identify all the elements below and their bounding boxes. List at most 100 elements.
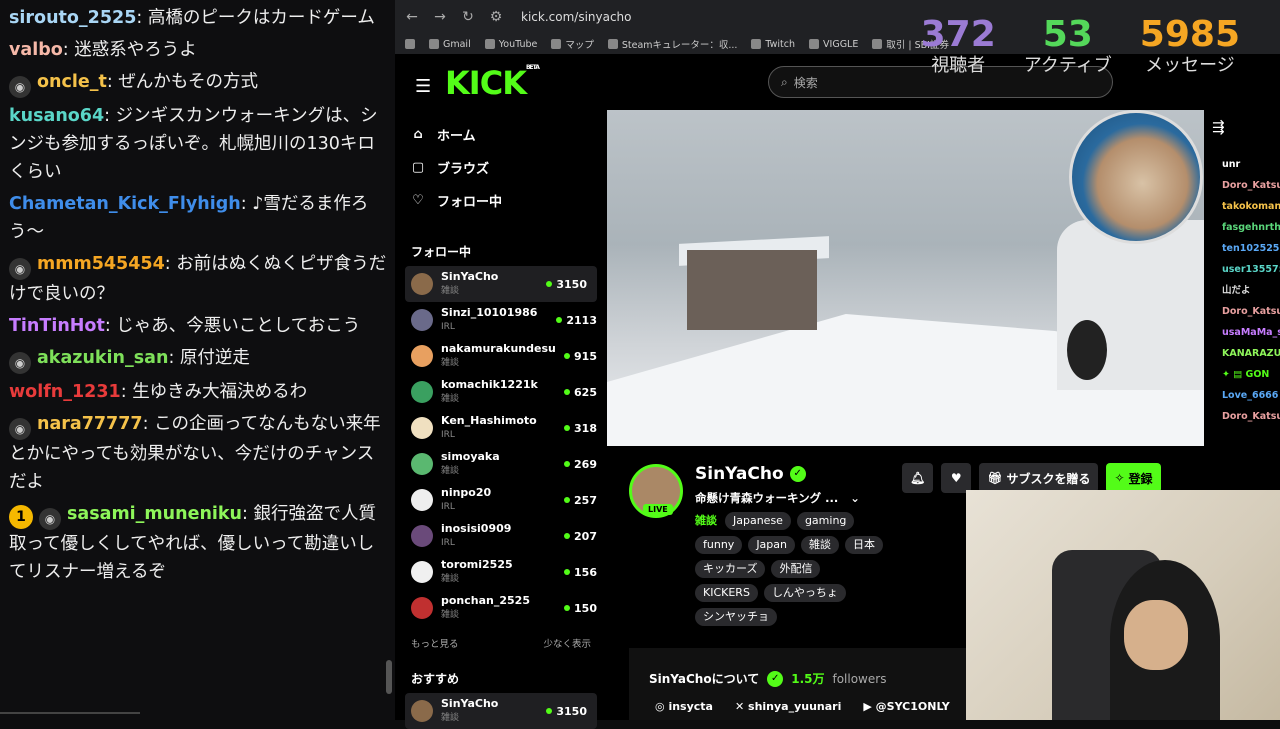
sidebar-channel[interactable]: SinYaCho 雑談 3150 — [405, 693, 597, 729]
chat-username[interactable]: Chametan_Kick_Flyhigh — [9, 194, 241, 214]
tag-pill[interactable]: Japan — [748, 536, 795, 554]
right-chat-username[interactable]: ✦ ▤ GON — [1204, 364, 1280, 385]
bookmark-item[interactable]: Twitch — [751, 39, 795, 50]
viewer-number: 257 — [574, 493, 597, 507]
right-chat-username[interactable]: takokoman — [1204, 196, 1280, 217]
channel-name: komachik1221k — [441, 378, 538, 391]
tag-pill[interactable]: 外配信 — [771, 560, 821, 578]
right-chat-username[interactable]: user13557: — [1204, 259, 1280, 280]
chat-username[interactable]: oncle_t — [37, 72, 107, 92]
chat-username[interactable]: valbo — [9, 40, 63, 60]
follow-button[interactable]: ✧ 登録 — [1106, 463, 1161, 493]
right-chat-username[interactable]: usaMaMa_s — [1204, 322, 1280, 343]
sidebar-channel[interactable]: inosisi0909 IRL 207 — [395, 518, 607, 554]
right-chat-username[interactable]: Doro_Katsu — [1204, 406, 1280, 427]
stream-title[interactable]: 命懸け青森ウォーキング ... ⌄ — [695, 490, 860, 506]
bookmark-item[interactable]: Steamキュレーター：収... — [607, 37, 737, 51]
chat-username[interactable]: sirouto_2525 — [9, 8, 136, 28]
category-link[interactable]: 雑談 — [695, 512, 717, 530]
forward-icon[interactable]: → — [433, 9, 447, 25]
nav-item[interactable]: ⌂ ホーム — [395, 118, 607, 151]
social-link[interactable]: ◎ insycta — [655, 700, 713, 713]
channel-name: SinYaCho — [441, 270, 499, 283]
menu-icon[interactable]: ☰ — [415, 76, 431, 97]
sidebar-channel[interactable]: ponchan_2525 雑談 150 — [395, 590, 607, 626]
social-links: ◎ insycta ✕ shinya_yuunari ▶ @SYC1ONLY — [655, 700, 950, 713]
chat-username[interactable]: mmm545454 — [37, 254, 165, 274]
chat-colon: : — [168, 348, 180, 368]
live-dot-icon — [564, 497, 571, 503]
right-chat-username[interactable]: ten102525 — [1204, 238, 1280, 259]
about-header: SinYaChoについて ✓ 1.5万 followers — [649, 670, 886, 687]
tag-pill[interactable]: シンヤッチョ — [695, 608, 777, 626]
reload-icon[interactable]: ↻ — [461, 9, 475, 25]
nav-item[interactable]: ♡ フォロー中 — [395, 184, 607, 217]
followers-label: followers — [832, 671, 887, 686]
right-chat-username[interactable]: 山だよ — [1204, 280, 1280, 301]
chat-username[interactable]: nara77777 — [37, 414, 143, 434]
address-field[interactable]: kick.com/sinyacho — [521, 10, 632, 24]
apps-icon[interactable] — [405, 39, 415, 49]
channel-category: 雑談 — [441, 466, 460, 476]
tag-pill[interactable]: gaming — [796, 512, 855, 530]
tag-pill[interactable]: しんやっちょ — [763, 584, 846, 602]
nav-label: ホーム — [437, 129, 476, 144]
right-chat-username[interactable]: KANARAZU — [1204, 343, 1280, 364]
back-icon[interactable]: ← — [405, 9, 419, 25]
nav-item[interactable]: ▢ ブラウズ — [395, 151, 607, 184]
viewer-number: 3150 — [556, 704, 587, 718]
right-chat-username[interactable]: fasgehnrth — [1204, 217, 1280, 238]
tag-pill[interactable]: 日本 — [845, 536, 883, 554]
verified-icon: ✓ — [789, 466, 806, 482]
channel-name: SinYaCho — [441, 697, 499, 710]
chat-username[interactable]: TinTinHot — [9, 316, 105, 336]
chat-message: valbo: 迷惑系やろうよ — [9, 36, 387, 64]
bookmark-item[interactable]: YouTube — [484, 39, 537, 50]
social-link[interactable]: ✕ shinya_yuunari — [735, 700, 841, 713]
social-link[interactable]: ▶ @SYC1ONLY — [863, 700, 949, 713]
tag-pill[interactable]: funny — [695, 536, 743, 554]
site-settings-icon[interactable]: ⚙ — [489, 9, 503, 25]
right-chat-username[interactable]: Doro_Katsu — [1204, 301, 1280, 322]
gift-sub-button[interactable]: 🎁︎ サブスクを贈る — [979, 463, 1099, 493]
bookmark-icon — [551, 39, 562, 49]
tag-pill[interactable]: 雑談 — [801, 536, 839, 554]
chat-username[interactable]: wolfn_1231 — [9, 382, 121, 402]
channel-avatar — [411, 453, 433, 475]
tag-pill[interactable]: Japanese — [725, 512, 791, 530]
channel-text: ninpo20 IRL — [441, 486, 564, 514]
tag-pill[interactable]: キッカーズ — [695, 560, 766, 578]
right-chat-username[interactable]: unr — [1204, 154, 1280, 175]
right-chat-username[interactable]: Doro_Katsu — [1204, 175, 1280, 196]
kick-logo[interactable]: KICKBETA — [445, 64, 540, 102]
sidebar-channel[interactable]: simoyaka 雑談 269 — [395, 446, 607, 482]
collapse-chat-icon[interactable]: ⇶ — [1212, 118, 1225, 136]
favorite-button[interactable]: ♥ — [941, 463, 972, 493]
chat-username[interactable]: kusano64 — [9, 106, 104, 126]
notification-bell-button[interactable]: 🔔︎ — [902, 463, 934, 493]
sidebar-channel[interactable]: Ken_Hashimoto IRL 318 — [395, 410, 607, 446]
follow-label: 登録 — [1128, 471, 1153, 486]
stat-block: 5985 メッセージ — [1140, 14, 1240, 76]
show-less-button[interactable]: 少なく表示 — [543, 636, 591, 650]
chat-username[interactable]: sasami_muneniku — [67, 504, 242, 524]
sidebar-channel[interactable]: toromi2525 雑談 156 — [395, 554, 607, 590]
sidebar-channel[interactable]: nakamurakundesu 雑談 915 — [395, 338, 607, 374]
channel-name[interactable]: SinYaCho — [695, 464, 784, 484]
chevron-down-icon[interactable]: ⌄ — [850, 491, 860, 505]
bookmark-item[interactable]: Gmail — [429, 39, 471, 50]
left-chat-scrollbar[interactable] — [386, 660, 392, 694]
sidebar-channel[interactable]: ninpo20 IRL 257 — [395, 482, 607, 518]
sidebar-channel[interactable]: SinYaCho 雑談 3150 — [405, 266, 597, 302]
chat-message: wolfn_1231: 生ゆきみ大福決めるわ — [9, 378, 387, 406]
right-chat-username[interactable]: Love_6666 — [1204, 385, 1280, 406]
bookmark-item[interactable]: マップ — [551, 37, 594, 51]
show-more-button[interactable]: もっと見る — [411, 636, 459, 650]
chat-username[interactable]: akazukin_san — [37, 348, 168, 368]
bookmark-item[interactable]: VIGGLE — [809, 39, 858, 50]
sidebar-channel[interactable]: Sinzi_10101986 IRL 2113 — [395, 302, 607, 338]
facecam-overlay — [1069, 110, 1203, 244]
tag-pill[interactable]: KICKERS — [695, 584, 758, 602]
sidebar-channel[interactable]: komachik1221k 雑談 625 — [395, 374, 607, 410]
channel-text: SinYaCho 雑談 — [441, 697, 546, 725]
